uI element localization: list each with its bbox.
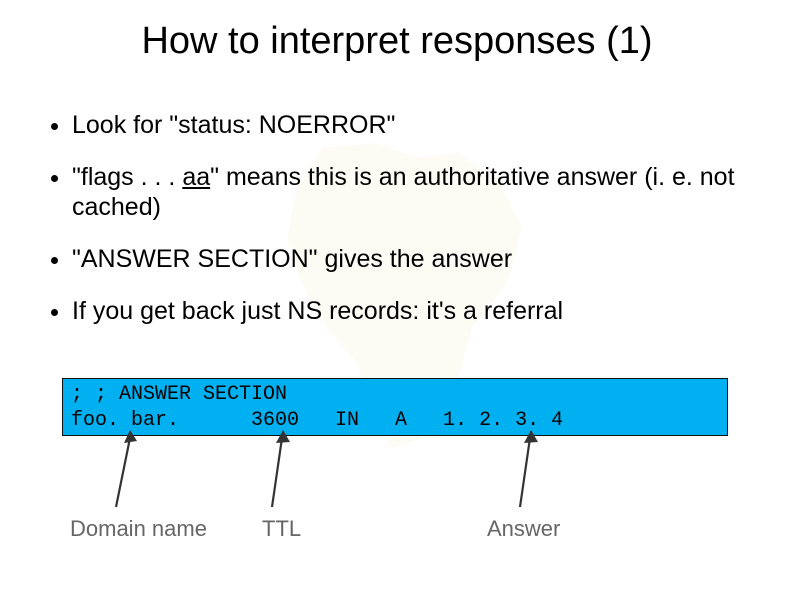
bullet-item: "flags . . . aa" means this is an author… xyxy=(72,162,754,222)
code-line-2: foo. bar. 3600 IN A 1. 2. 3. 4 xyxy=(71,409,563,432)
slide-title: How to interpret responses (1) xyxy=(0,20,794,63)
bullet-text-pre: "flags . . . xyxy=(72,163,182,191)
bullet-text: "ANSWER SECTION" gives the answer xyxy=(72,245,512,273)
arrow-domain xyxy=(110,430,150,515)
arrow-ttl xyxy=(262,430,302,515)
bullet-text: If you get back just NS records: it's a … xyxy=(72,297,563,325)
bullet-text: Look for "status: NOERROR" xyxy=(72,111,395,139)
code-box: ; ; ANSWER SECTION foo. bar. 3600 IN A 1… xyxy=(62,378,728,436)
arrow-answer xyxy=(500,430,550,515)
bullet-item: "ANSWER SECTION" gives the answer xyxy=(72,244,754,274)
bullet-item: Look for "status: NOERROR" xyxy=(72,110,754,140)
bullet-item: If you get back just NS records: it's a … xyxy=(72,296,754,326)
bullet-text-underline: aa xyxy=(182,163,210,191)
code-line-1: ; ; ANSWER SECTION xyxy=(71,383,287,406)
label-domain-name: Domain name xyxy=(70,516,207,542)
bullet-list: Look for "status: NOERROR" "flags . . . … xyxy=(44,110,754,348)
label-answer: Answer xyxy=(487,516,560,542)
slide: How to interpret responses (1) Look for … xyxy=(0,0,794,595)
label-ttl: TTL xyxy=(262,516,301,542)
